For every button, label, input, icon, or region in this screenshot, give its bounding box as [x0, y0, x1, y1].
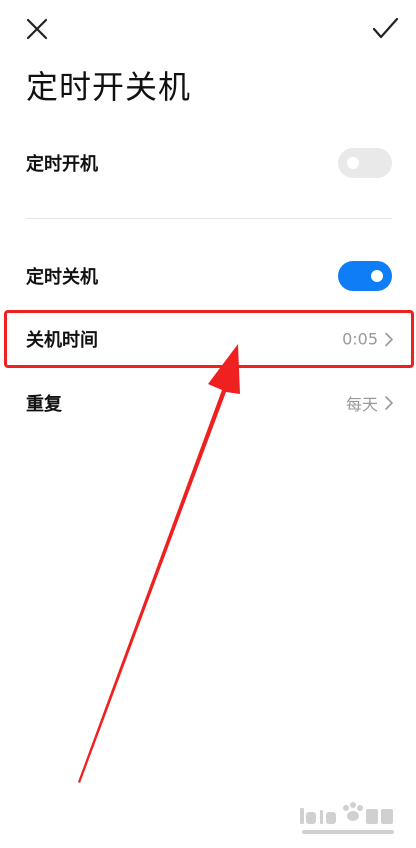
close-button[interactable] [22, 14, 52, 44]
power-off-label: 定时关机 [26, 267, 98, 288]
repeat-label: 重复 [26, 394, 62, 415]
close-icon [26, 18, 48, 40]
shutdown-time-row[interactable]: 关机时间 0:05 [0, 313, 416, 365]
toggle-knob [371, 270, 383, 282]
timer-power-screen: 定时开关机 定时开机 定时关机 关机时间 0:05 重复 每天 [0, 0, 416, 848]
page-title: 定时开关机 [26, 68, 192, 106]
power-on-toggle[interactable] [338, 148, 392, 178]
repeat-row[interactable]: 重复 每天 [0, 377, 416, 429]
shutdown-time-value-group: 0:05 [342, 330, 394, 349]
repeat-value-group: 每天 [346, 391, 394, 415]
power-off-toggle[interactable] [338, 261, 392, 291]
power-on-row: 定时开机 [0, 137, 416, 189]
toggle-knob [347, 157, 359, 169]
shutdown-time-label: 关机时间 [26, 330, 98, 351]
power-on-label: 定时开机 [26, 154, 98, 175]
chevron-right-icon [385, 396, 393, 410]
section-divider [26, 218, 392, 219]
power-off-row: 定时关机 [0, 250, 416, 302]
repeat-value: 每天 [345, 395, 378, 414]
shutdown-time-value: 0:05 [342, 329, 378, 349]
chevron-right-icon [385, 332, 393, 346]
baidu-watermark-logo [300, 802, 394, 834]
confirm-button[interactable] [368, 14, 402, 44]
check-icon [372, 17, 399, 39]
